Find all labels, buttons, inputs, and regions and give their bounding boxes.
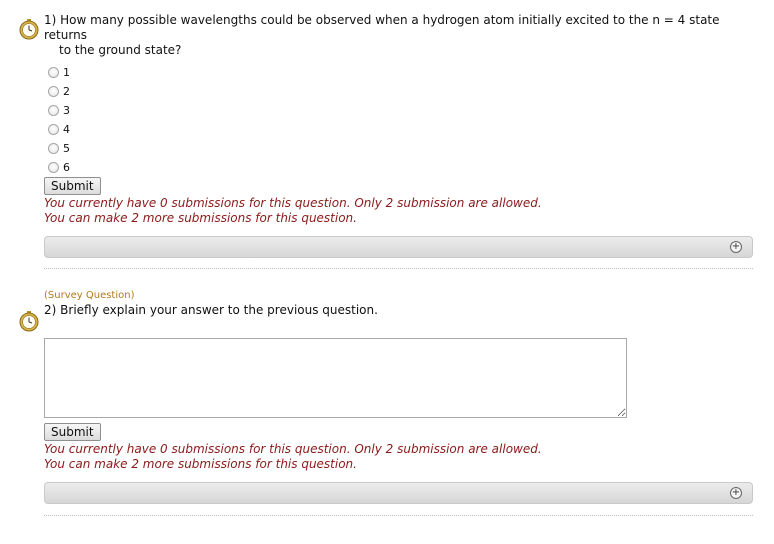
- option-1[interactable]: 1: [48, 64, 70, 81]
- stopwatch-icon: [18, 18, 40, 40]
- radio-button[interactable]: [48, 105, 59, 116]
- survey-question-tag: (Survey Question): [44, 290, 135, 301]
- submit-button-q1[interactable]: Submit: [44, 177, 101, 195]
- expand-plus-icon[interactable]: +: [730, 241, 742, 253]
- option-5[interactable]: 5: [48, 140, 70, 157]
- collapsible-panel-q2[interactable]: +: [44, 482, 753, 504]
- radio-button[interactable]: [48, 162, 59, 173]
- option-4[interactable]: 4: [48, 121, 70, 138]
- radio-button[interactable]: [48, 86, 59, 97]
- radio-button[interactable]: [48, 67, 59, 78]
- question-2-number: 2): [44, 303, 57, 317]
- option-label: 5: [63, 142, 70, 155]
- divider: [44, 268, 753, 269]
- answer-textarea[interactable]: [44, 338, 627, 418]
- divider: [44, 515, 753, 516]
- question-2-text: 2) Briefly explain your answer to the pr…: [44, 303, 378, 318]
- option-2[interactable]: 2: [48, 83, 70, 100]
- radio-button[interactable]: [48, 124, 59, 135]
- expand-plus-icon[interactable]: +: [730, 487, 742, 499]
- submissions-remaining-q2: You can make 2 more submissions for this…: [44, 457, 357, 471]
- option-3[interactable]: 3: [48, 102, 70, 119]
- option-label: 1: [63, 66, 70, 79]
- submit-button-q2[interactable]: Submit: [44, 423, 101, 441]
- option-label: 4: [63, 123, 70, 136]
- question-1-text: 1) How many possible wavelengths could b…: [44, 13, 764, 58]
- option-label: 3: [63, 104, 70, 117]
- radio-button[interactable]: [48, 143, 59, 154]
- option-label: 6: [63, 161, 70, 174]
- option-label: 2: [63, 85, 70, 98]
- question-1-prompt-line2: to the ground state?: [59, 43, 182, 57]
- stopwatch-icon: [18, 310, 40, 332]
- submission-status-q2: You currently have 0 submissions for thi…: [44, 442, 542, 456]
- question-2-prompt: Briefly explain your answer to the previ…: [60, 303, 378, 317]
- option-6[interactable]: 6: [48, 159, 70, 176]
- collapsible-panel-q1[interactable]: +: [44, 236, 753, 258]
- question-1-number: 1): [44, 13, 57, 27]
- question-1-prompt: How many possible wavelengths could be o…: [44, 13, 720, 42]
- submission-status-q1: You currently have 0 submissions for thi…: [44, 196, 542, 210]
- submissions-remaining-q1: You can make 2 more submissions for this…: [44, 211, 357, 225]
